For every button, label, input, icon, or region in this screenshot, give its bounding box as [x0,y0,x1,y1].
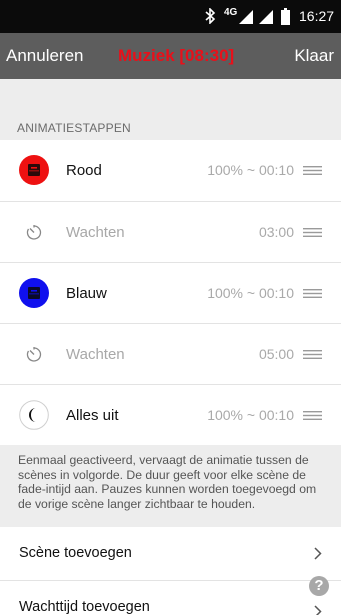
step-item-red[interactable]: Rood 100% ~ 00:10 [0,140,341,201]
step-value: 05:00 [258,346,294,362]
red-scene-icon [19,155,49,185]
chevron-right-icon [314,605,322,615]
step-item-wait-1[interactable]: Wachten 03:00 [0,201,341,262]
step-value: 03:00 [258,224,294,240]
step-value: 100% ~ 00:10 [207,162,294,178]
step-item-wait-2[interactable]: Wachten 05:00 [0,323,341,384]
step-value: 100% ~ 00:10 [207,285,294,301]
step-item-blue[interactable]: Blauw 100% ~ 00:10 [0,262,341,323]
done-button[interactable]: Klaar [294,33,334,79]
drag-handle-icon[interactable] [303,411,322,420]
battery-icon [281,8,290,25]
step-name: Wachten [66,224,125,241]
action-label: Scène toevoegen [19,545,132,561]
drag-handle-icon[interactable] [303,166,322,175]
status-bar: 4G 16:27 [0,0,341,33]
step-name: Alles uit [66,407,119,424]
page-title: Muziek [08:30] [118,46,235,65]
cancel-button[interactable]: Annuleren [6,33,84,79]
clock: 16:27 [299,8,335,24]
chevron-right-icon [314,547,322,560]
step-name: Rood [66,162,102,179]
drag-handle-icon[interactable] [303,228,322,237]
action-label: Wachttijd toevoegen [19,599,150,615]
drag-handle-icon[interactable] [303,289,322,298]
network-type: 4G [224,7,238,18]
section-header: ANIMATIESTAPPEN [17,121,131,135]
step-item-all-off[interactable]: Alles uit 100% ~ 00:10 [0,384,341,445]
timer-icon [26,347,42,362]
moon-icon [19,400,49,430]
animation-steps-list: Rood 100% ~ 00:10 Wachten 03:00 Blauw 10… [0,140,341,445]
nav-bar: Annuleren Muziek [08:30] Klaar [0,33,341,79]
help-icon[interactable]: ? [309,576,329,596]
bluetooth-icon [205,8,216,24]
blue-scene-icon [19,278,49,308]
add-scene-button[interactable]: Scène toevoegen [0,527,341,580]
step-name: Blauw [66,285,107,302]
step-value: 100% ~ 00:10 [207,407,294,423]
timer-icon [26,225,42,240]
signal-icon [239,10,253,24]
add-wait-time-button[interactable]: Wachttijd toevoegen [0,580,341,615]
signal-icon [259,10,273,24]
step-name: Wachten [66,346,125,363]
info-text: Eenmaal geactiveerd, vervaagt de animati… [0,445,341,527]
actions-list: Scène toevoegen Wachttijd toevoegen [0,527,341,615]
drag-handle-icon[interactable] [303,350,322,359]
